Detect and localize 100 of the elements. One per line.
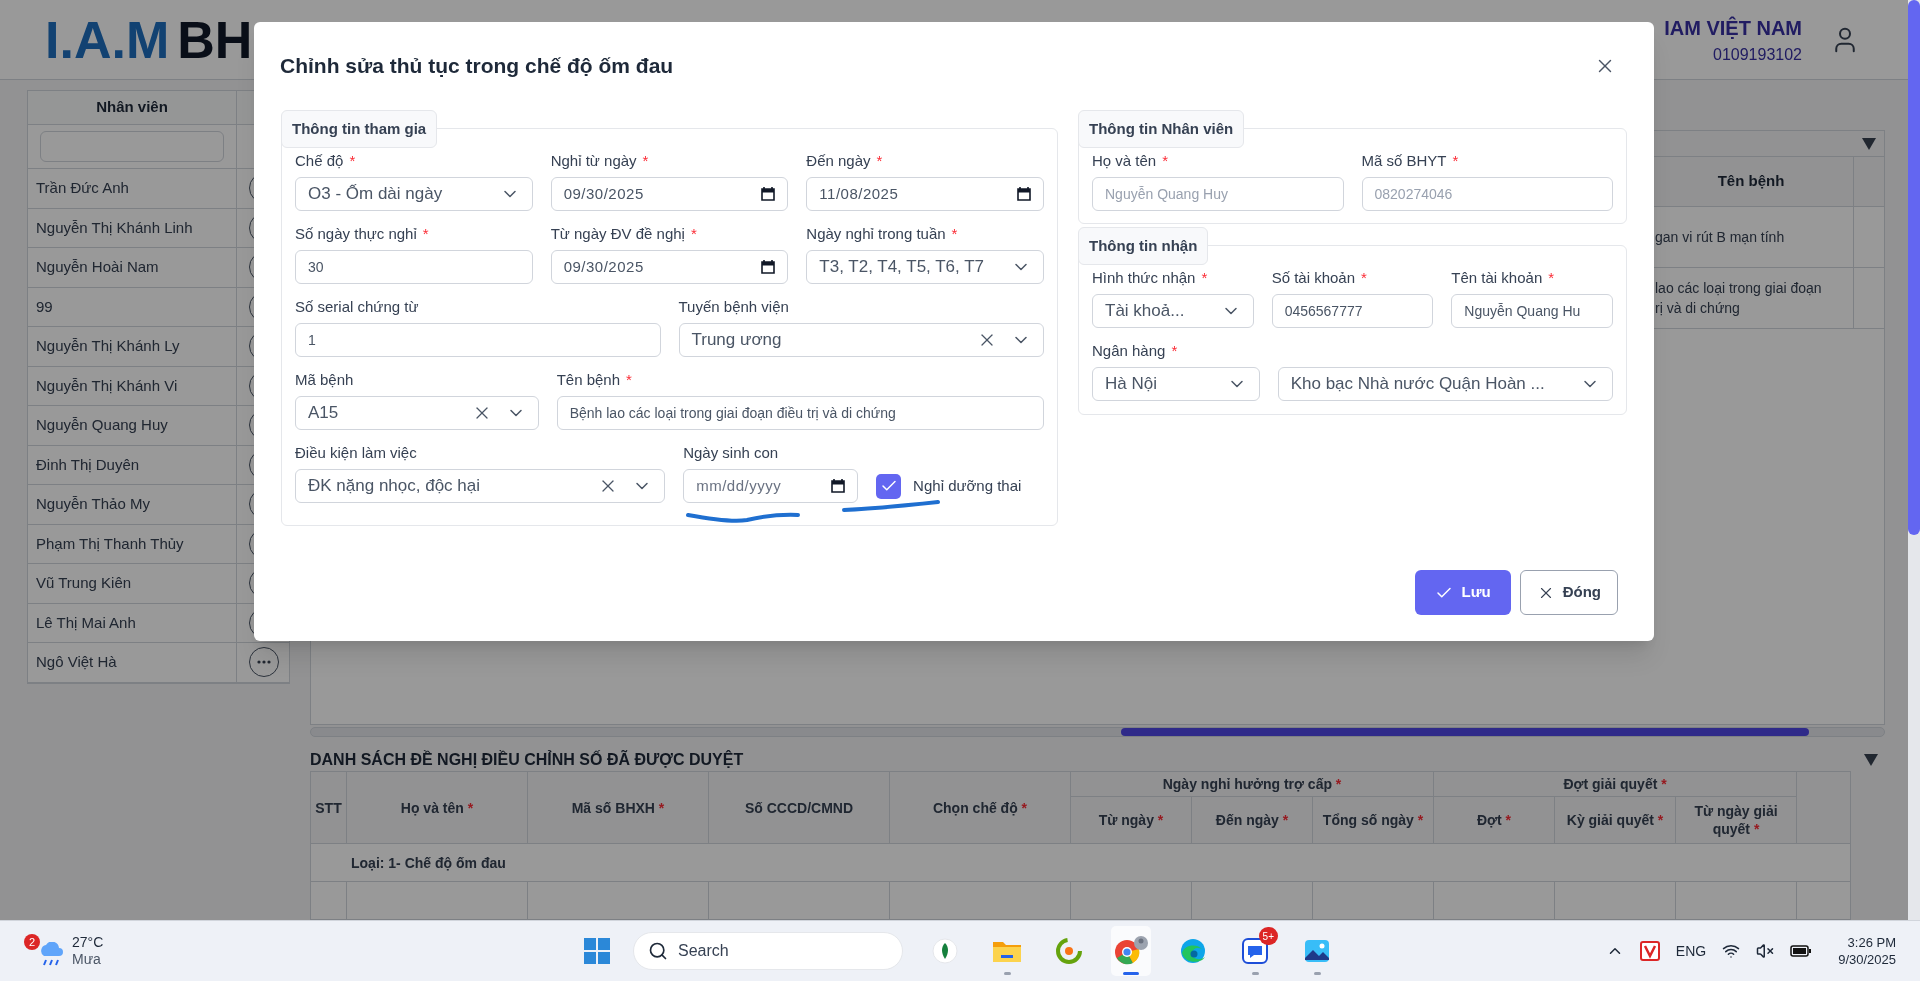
column-header: Mã số BHXH * (571, 799, 665, 816)
calendar-icon[interactable] (1017, 187, 1031, 201)
field-label: Tên tài khoản (1451, 267, 1543, 288)
column-header: Số CCCD/CMND (744, 799, 854, 816)
dropdown[interactable]: O3 - Ốm dài ngày (295, 177, 533, 211)
calendar-icon[interactable] (761, 260, 776, 274)
dropdown[interactable]: Hà Nội (1092, 367, 1260, 401)
employee-name[interactable]: Đinh Thị Duyên (36, 453, 140, 476)
column-header: Đợt giải quyết * (1563, 776, 1667, 792)
date-field[interactable]: 09/30/2025 (550, 250, 789, 284)
browser-icon[interactable] (1179, 937, 1207, 965)
text-field[interactable]: Bệnh lao các loại trong giai đoạn điều trị và di chứng (556, 396, 1044, 430)
column-header: Từ ngày * (1098, 812, 1164, 828)
employee-name[interactable]: Phạm Thị Thanh Thủy (36, 532, 184, 555)
dialog-title: Chỉnh sửa thủ tục trong chế độ ốm đau (280, 53, 674, 80)
employee-name[interactable]: Nguyễn Quang Huy (36, 414, 168, 437)
running-indicator (1123, 972, 1139, 975)
taskbar-app-button[interactable]: 5+ (1235, 926, 1275, 976)
notification-badge: 5+ (1258, 927, 1278, 945)
text-field[interactable]: 0456567777 (1271, 294, 1434, 328)
scrollbar-thumb[interactable] (1908, 0, 1920, 535)
start-icon[interactable] (583, 937, 611, 965)
close-dialog-button[interactable]: Đóng (1519, 570, 1618, 615)
dropdown[interactable]: ĐK nặng nhọc, độc hại (295, 469, 666, 503)
company-name: IAM VIỆT NAM (1664, 15, 1802, 41)
photos-icon[interactable] (1303, 937, 1331, 965)
text-field[interactable]: Nguyễn Quang Hu (1451, 294, 1613, 328)
wifi-icon[interactable] (1722, 942, 1741, 960)
checkbox-label[interactable]: Nghỉ dưỡng thai (913, 474, 1022, 498)
table-row[interactable]: Ngô Việt Hà (28, 643, 289, 683)
text-field[interactable]: 1 (295, 323, 661, 357)
column-header: Đợt * (1477, 812, 1512, 828)
fieldset-legend: Thông tin tham gia (281, 110, 438, 148)
spiral-icon[interactable] (1055, 937, 1083, 965)
field-label: Ngày sinh con (683, 442, 779, 463)
running-indicator (1251, 972, 1259, 975)
speaker-muted-icon[interactable] (1756, 942, 1775, 960)
field-label: Nghỉ từ ngày (550, 150, 637, 171)
required-mark: * (1201, 267, 1208, 288)
employee-name[interactable]: Ngô Việt Hà (36, 651, 117, 674)
group-row-label: Loại: 1- Chế độ ốm đau (351, 854, 506, 871)
tax-code: 0109193102 (1713, 44, 1802, 65)
dropdown[interactable]: A15 (295, 396, 539, 430)
table-cell-text: gan vi rút B mạn tính (1655, 228, 1786, 247)
field-label: Ngân hàng (1092, 340, 1166, 361)
language-indicator[interactable]: ENG (1675, 940, 1707, 962)
employee-name[interactable]: Nguyễn Thị Khánh Ly (36, 335, 180, 358)
required-mark: * (422, 223, 429, 244)
running-indicator (1003, 972, 1011, 975)
column-header: Chọn chế độ * (932, 799, 1028, 816)
collapse-caret-icon[interactable] (1862, 137, 1876, 150)
collapse-caret-icon[interactable] (1864, 754, 1878, 766)
date-field[interactable]: 09/30/2025 (550, 177, 789, 211)
employee-name[interactable]: Vũ Trung Kiên (36, 572, 132, 595)
tray-app-icon[interactable] (1639, 941, 1660, 961)
dropdown[interactable]: Tài khoả... (1092, 294, 1254, 328)
logo-text: BH (177, 13, 253, 66)
text-field[interactable]: 30 (295, 250, 533, 284)
required-mark: * (951, 223, 958, 244)
field-label: Mã số BHYT (1361, 150, 1447, 171)
field-label: Số serial chứng từ (295, 296, 419, 317)
browser-icon[interactable] (1113, 936, 1149, 966)
section-title: DANH SÁCH ĐỀ NGHỊ ĐIỀU CHỈNH SỐ ĐÃ ĐƯỢC DUYỆT (310, 749, 744, 770)
required-mark: * (876, 150, 883, 171)
employee-name[interactable]: 99 (36, 295, 53, 318)
field-label: Ngày nghỉ trong tuần (806, 223, 946, 244)
calendar-icon[interactable] (831, 479, 846, 493)
column-header: Từ ngày giải quyết * (1694, 803, 1778, 837)
employee-name[interactable]: Nguyễn Thị Khánh Linh (36, 216, 193, 239)
dropdown[interactable]: Trung ương (678, 323, 1044, 357)
required-mark: * (1361, 267, 1367, 288)
employee-name[interactable]: Nguyễn Hoài Nam (36, 256, 159, 279)
calendar-icon[interactable] (761, 187, 776, 201)
taskbar-search[interactable]: Search (633, 932, 903, 970)
taskbar-app-button[interactable] (1111, 926, 1151, 976)
dropdown[interactable]: T3, T2, T4, T5, T6, T7 (806, 250, 1044, 284)
required-mark: * (626, 369, 632, 390)
battery-icon[interactable] (1790, 944, 1813, 958)
weather-condition: Mưa (72, 951, 102, 968)
date-field[interactable]: mm/dd/yyyy (683, 469, 859, 503)
clock-date: 9/30/2025 (1838, 951, 1896, 968)
checkbox[interactable] (876, 473, 902, 499)
filter-field[interactable] (40, 131, 224, 162)
column-header: Kỳ giải quyết * (1566, 812, 1664, 828)
employee-name[interactable]: Nguyễn Thị Khánh Vi (36, 374, 178, 397)
employee-name[interactable]: Lê Thị Mai Anh (36, 611, 136, 634)
required-mark: * (1171, 340, 1178, 361)
field-label: Hình thức nhận (1092, 267, 1196, 288)
date-field[interactable]: 11/08/2025 (806, 177, 1044, 211)
employee-name[interactable]: Trần Đức Anh (36, 177, 129, 200)
dropdown[interactable]: Kho bạc Nhà nước Quận Hoàn ... (1277, 367, 1613, 401)
leaf-icon[interactable] (932, 938, 958, 964)
search-icon (648, 941, 668, 961)
employee-name[interactable]: Nguyễn Thảo My (36, 493, 150, 516)
column-header: Ngày nghỉ hưởng trợ cấp * (1162, 776, 1342, 792)
save-button[interactable]: Lưu (1415, 570, 1511, 615)
weather-icon[interactable] (40, 942, 64, 968)
table-cell-text: lao các loại trong giai đoạn (1655, 279, 1823, 298)
field-label: Mã bệnh (295, 369, 354, 390)
scrollbar-thumb[interactable] (1121, 728, 1809, 736)
